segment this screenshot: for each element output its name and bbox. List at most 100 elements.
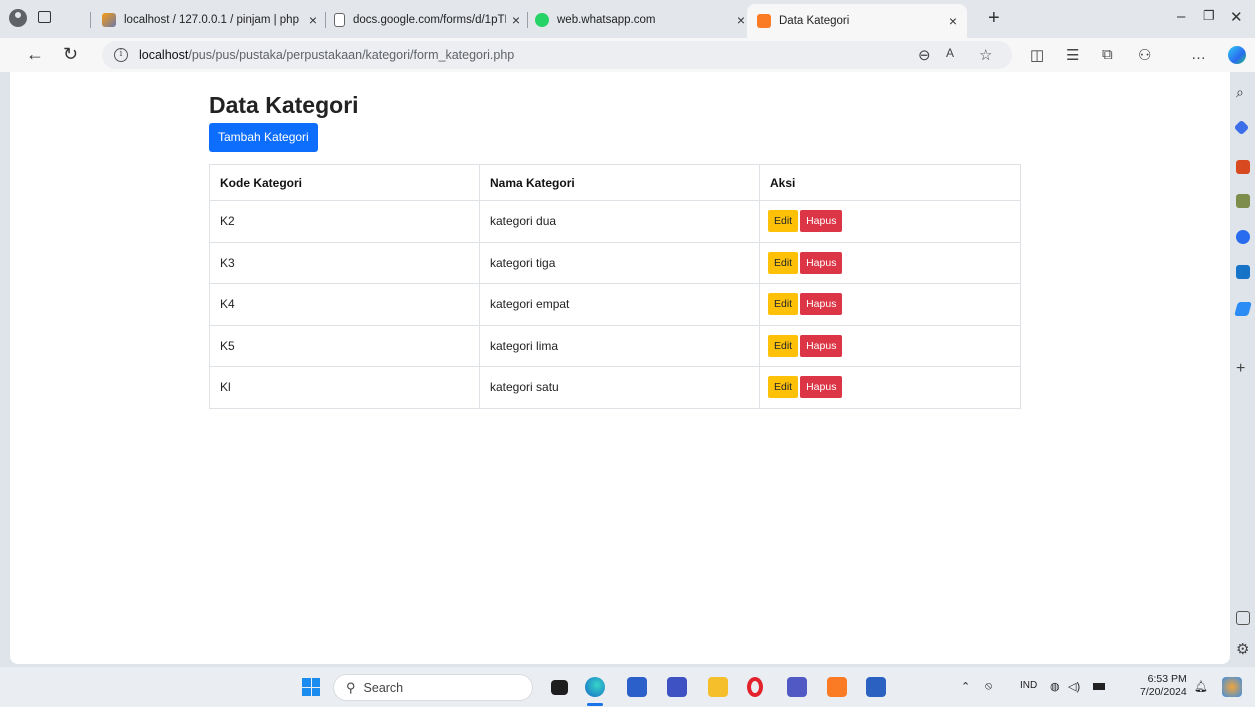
delete-button[interactable]: Hapus xyxy=(800,210,843,233)
telegram-icon[interactable] xyxy=(1234,302,1252,316)
screenshot-icon[interactable] xyxy=(1236,611,1250,625)
language-indicator[interactable]: IND xyxy=(1020,680,1037,691)
phpmyadmin-icon xyxy=(102,13,116,27)
profile-icon[interactable] xyxy=(9,9,27,27)
xampp-icon xyxy=(757,14,771,28)
read-aloud-icon[interactable]: A xyxy=(946,46,954,60)
cell-aksi: Edit Hapus xyxy=(759,366,1021,409)
refresh-icon[interactable]: ↻ xyxy=(63,44,78,65)
tab-whatsapp[interactable]: web.whatsapp.com × xyxy=(535,6,745,34)
edge-sidebar: ⌕ + ⚙ xyxy=(1231,72,1255,667)
table-row: K3 kategori tiga Edit Hapus xyxy=(209,241,1021,284)
header-aksi: Aksi xyxy=(759,164,1021,201)
cell-aksi: Edit Hapus xyxy=(759,283,1021,326)
table-row: K2 kategori dua Edit Hapus xyxy=(209,200,1021,243)
collections-icon[interactable]: ⧉ xyxy=(1102,46,1113,63)
copilot-icon[interactable] xyxy=(1228,46,1246,64)
delete-button[interactable]: Hapus xyxy=(800,293,843,316)
more-menu-icon[interactable]: … xyxy=(1191,46,1206,63)
cell-nama: kategori dua xyxy=(479,200,760,243)
back-icon[interactable]: ← xyxy=(26,44,44,65)
edge-browser-icon[interactable] xyxy=(585,677,605,697)
close-tab-icon[interactable]: × xyxy=(309,12,317,28)
tab-separator xyxy=(325,12,326,28)
close-window-icon[interactable]: ✕ xyxy=(1230,8,1243,26)
edit-button[interactable]: Edit xyxy=(768,251,799,274)
split-screen-icon[interactable]: ◫ xyxy=(1030,46,1044,64)
xampp-icon[interactable] xyxy=(827,677,847,697)
shopping-tag-icon[interactable] xyxy=(1233,119,1250,136)
battery-icon[interactable] xyxy=(1093,683,1105,690)
opera-icon[interactable] xyxy=(747,677,763,697)
copilot-taskbar-icon[interactable] xyxy=(1222,677,1242,697)
favorite-star-icon[interactable]: ☆ xyxy=(979,46,992,64)
taskbar-search[interactable]: ⚲ Search xyxy=(333,674,533,701)
tools-icon[interactable] xyxy=(1236,160,1250,174)
cell-kode: K3 xyxy=(209,241,480,284)
delete-button[interactable]: Hapus xyxy=(800,334,843,357)
cell-kode: K2 xyxy=(209,200,480,243)
add-sidebar-app-icon[interactable]: + xyxy=(1236,360,1250,377)
network-off-icon[interactable]: ⦸ xyxy=(985,680,992,693)
minimize-icon[interactable]: – xyxy=(1177,8,1185,25)
edit-button[interactable]: Edit xyxy=(768,376,799,399)
search-icon: ⚲ xyxy=(346,679,356,695)
games-icon[interactable] xyxy=(1236,194,1250,208)
page-icon xyxy=(334,13,345,27)
restore-icon[interactable]: ❐ xyxy=(1203,8,1215,24)
windows-start-icon[interactable] xyxy=(302,678,320,696)
tab-data-kategori[interactable]: Data Kategori × xyxy=(747,4,967,38)
file-explorer-icon[interactable] xyxy=(708,677,728,697)
table-row: Kl kategori satu Edit Hapus xyxy=(209,366,1021,409)
url-path: /pus/pus/pustaka/perpustakaan/kategori/f… xyxy=(188,48,515,62)
tab-phpmyadmin[interactable]: localhost / 127.0.0.1 / pinjam | php × xyxy=(102,6,317,34)
delete-button[interactable]: Hapus xyxy=(800,376,843,399)
tab-actions-icon[interactable] xyxy=(38,11,51,23)
clock-time: 6:53 PM xyxy=(1147,673,1187,685)
url-host: localhost xyxy=(139,48,189,62)
close-tab-icon[interactable]: × xyxy=(949,13,957,29)
volume-icon[interactable]: ◁) xyxy=(1068,680,1080,693)
teams-icon[interactable] xyxy=(787,677,807,697)
store-icon[interactable] xyxy=(627,677,647,697)
zoom-out-icon[interactable]: ⊖ xyxy=(918,46,931,64)
word-icon[interactable] xyxy=(866,677,886,697)
cell-kode: Kl xyxy=(209,366,480,409)
browser-tab-strip: localhost / 127.0.0.1 / pinjam | php × d… xyxy=(0,0,1255,38)
address-bar[interactable]: i localhost/pus/pus/pustaka/perpustakaan… xyxy=(102,41,1012,69)
header-kode: Kode Kategori xyxy=(209,164,480,201)
show-hidden-icons-icon[interactable]: ⌃ xyxy=(961,680,970,693)
header-nama: Nama Kategori xyxy=(479,164,760,201)
cell-nama: kategori empat xyxy=(479,283,760,326)
close-tab-icon[interactable]: × xyxy=(512,12,520,28)
cell-kode: K5 xyxy=(209,324,480,367)
tab-separator xyxy=(90,12,91,28)
clock-date: 7/20/2024 xyxy=(1140,686,1187,698)
edit-button[interactable]: Edit xyxy=(768,293,799,316)
whatsapp-icon xyxy=(535,13,549,27)
system-clock[interactable]: 6:53 PM 7/20/2024 xyxy=(1140,673,1187,699)
extensions-icon[interactable]: ⚇ xyxy=(1138,46,1151,64)
edit-button[interactable]: Edit xyxy=(768,210,799,233)
tab-google-forms[interactable]: docs.google.com/forms/d/1pTNC × xyxy=(334,6,520,34)
cell-aksi: Edit Hapus xyxy=(759,324,1021,367)
cell-nama: kategori tiga xyxy=(479,241,760,284)
new-tab-icon[interactable]: + xyxy=(988,7,1000,30)
taskbar: ⚲ Search ⌃ ⦸ IND ◍ ◁) 6:53 PM 7/20/2024 … xyxy=(0,667,1255,707)
favorites-icon[interactable]: ☰ xyxy=(1066,46,1079,64)
notification-bell-icon[interactable]: 🔔︎ xyxy=(1194,680,1208,693)
search-icon[interactable]: ⌕ xyxy=(1236,84,1250,100)
close-tab-icon[interactable]: × xyxy=(737,12,745,28)
site-info-icon[interactable]: i xyxy=(114,48,128,62)
task-view-icon[interactable] xyxy=(551,680,568,695)
outlook-icon[interactable] xyxy=(1236,265,1250,279)
microsoft-365-icon[interactable] xyxy=(1236,230,1250,244)
delete-button[interactable]: Hapus xyxy=(800,251,843,274)
edit-button[interactable]: Edit xyxy=(768,334,799,357)
sidebar-settings-icon[interactable]: ⚙ xyxy=(1236,640,1250,658)
visual-studio-code-icon[interactable] xyxy=(667,677,687,697)
language-globe-icon[interactable]: ◍ xyxy=(1050,680,1060,693)
cell-aksi: Edit Hapus xyxy=(759,200,1021,243)
add-category-button[interactable]: Tambah Kategori xyxy=(209,123,318,152)
cell-kode: K4 xyxy=(209,283,480,326)
